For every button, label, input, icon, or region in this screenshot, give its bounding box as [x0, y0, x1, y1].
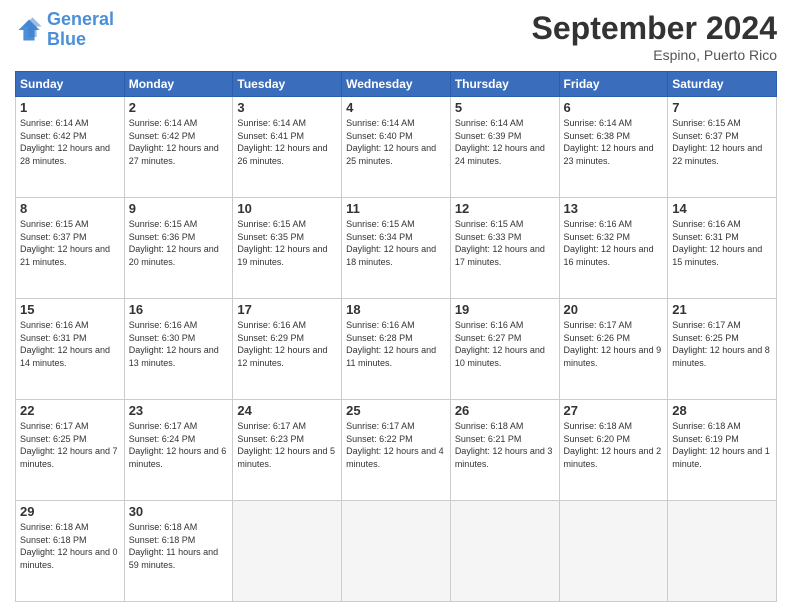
logo: General Blue [15, 10, 114, 50]
table-row: 27Sunrise: 6:18 AMSunset: 6:20 PMDayligh… [559, 400, 668, 501]
table-row: 19Sunrise: 6:16 AMSunset: 6:27 PMDayligh… [450, 299, 559, 400]
col-wednesday: Wednesday [342, 72, 451, 97]
table-row: 25Sunrise: 6:17 AMSunset: 6:22 PMDayligh… [342, 400, 451, 501]
calendar-row: 8Sunrise: 6:15 AMSunset: 6:37 PMDaylight… [16, 198, 777, 299]
table-row [559, 501, 668, 602]
table-row: 12Sunrise: 6:15 AMSunset: 6:33 PMDayligh… [450, 198, 559, 299]
table-row: 9Sunrise: 6:15 AMSunset: 6:36 PMDaylight… [124, 198, 233, 299]
table-row: 24Sunrise: 6:17 AMSunset: 6:23 PMDayligh… [233, 400, 342, 501]
logo-text: General Blue [47, 10, 114, 50]
table-row: 5Sunrise: 6:14 AMSunset: 6:39 PMDaylight… [450, 97, 559, 198]
logo-icon [15, 16, 43, 44]
table-row [450, 501, 559, 602]
table-row: 15Sunrise: 6:16 AMSunset: 6:31 PMDayligh… [16, 299, 125, 400]
table-row: 16Sunrise: 6:16 AMSunset: 6:30 PMDayligh… [124, 299, 233, 400]
calendar-body: 1Sunrise: 6:14 AMSunset: 6:42 PMDaylight… [16, 97, 777, 602]
table-row [668, 501, 777, 602]
calendar: Sunday Monday Tuesday Wednesday Thursday… [15, 71, 777, 602]
table-row: 18Sunrise: 6:16 AMSunset: 6:28 PMDayligh… [342, 299, 451, 400]
calendar-header-row: Sunday Monday Tuesday Wednesday Thursday… [16, 72, 777, 97]
table-row: 1Sunrise: 6:14 AMSunset: 6:42 PMDaylight… [16, 97, 125, 198]
table-row: 30Sunrise: 6:18 AMSunset: 6:18 PMDayligh… [124, 501, 233, 602]
table-row: 13Sunrise: 6:16 AMSunset: 6:32 PMDayligh… [559, 198, 668, 299]
table-row [233, 501, 342, 602]
logo-general: General [47, 9, 114, 29]
logo-blue: Blue [47, 30, 114, 50]
title-area: September 2024 Espino, Puerto Rico [532, 10, 777, 63]
table-row: 6Sunrise: 6:14 AMSunset: 6:38 PMDaylight… [559, 97, 668, 198]
col-friday: Friday [559, 72, 668, 97]
table-row: 4Sunrise: 6:14 AMSunset: 6:40 PMDaylight… [342, 97, 451, 198]
table-row: 3Sunrise: 6:14 AMSunset: 6:41 PMDaylight… [233, 97, 342, 198]
table-row: 22Sunrise: 6:17 AMSunset: 6:25 PMDayligh… [16, 400, 125, 501]
table-row: 2Sunrise: 6:14 AMSunset: 6:42 PMDaylight… [124, 97, 233, 198]
table-row: 29Sunrise: 6:18 AMSunset: 6:18 PMDayligh… [16, 501, 125, 602]
col-tuesday: Tuesday [233, 72, 342, 97]
table-row: 23Sunrise: 6:17 AMSunset: 6:24 PMDayligh… [124, 400, 233, 501]
table-row: 8Sunrise: 6:15 AMSunset: 6:37 PMDaylight… [16, 198, 125, 299]
table-row: 26Sunrise: 6:18 AMSunset: 6:21 PMDayligh… [450, 400, 559, 501]
table-row: 17Sunrise: 6:16 AMSunset: 6:29 PMDayligh… [233, 299, 342, 400]
table-row: 10Sunrise: 6:15 AMSunset: 6:35 PMDayligh… [233, 198, 342, 299]
page: General Blue September 2024 Espino, Puer… [0, 0, 792, 612]
month-title: September 2024 [532, 10, 777, 47]
col-monday: Monday [124, 72, 233, 97]
header: General Blue September 2024 Espino, Puer… [15, 10, 777, 63]
location: Espino, Puerto Rico [532, 47, 777, 63]
calendar-row: 1Sunrise: 6:14 AMSunset: 6:42 PMDaylight… [16, 97, 777, 198]
table-row: 28Sunrise: 6:18 AMSunset: 6:19 PMDayligh… [668, 400, 777, 501]
calendar-row: 15Sunrise: 6:16 AMSunset: 6:31 PMDayligh… [16, 299, 777, 400]
table-row: 21Sunrise: 6:17 AMSunset: 6:25 PMDayligh… [668, 299, 777, 400]
table-row: 7Sunrise: 6:15 AMSunset: 6:37 PMDaylight… [668, 97, 777, 198]
col-sunday: Sunday [16, 72, 125, 97]
col-saturday: Saturday [668, 72, 777, 97]
table-row: 20Sunrise: 6:17 AMSunset: 6:26 PMDayligh… [559, 299, 668, 400]
calendar-row: 22Sunrise: 6:17 AMSunset: 6:25 PMDayligh… [16, 400, 777, 501]
table-row: 11Sunrise: 6:15 AMSunset: 6:34 PMDayligh… [342, 198, 451, 299]
table-row [342, 501, 451, 602]
table-row: 14Sunrise: 6:16 AMSunset: 6:31 PMDayligh… [668, 198, 777, 299]
calendar-row: 29Sunrise: 6:18 AMSunset: 6:18 PMDayligh… [16, 501, 777, 602]
col-thursday: Thursday [450, 72, 559, 97]
